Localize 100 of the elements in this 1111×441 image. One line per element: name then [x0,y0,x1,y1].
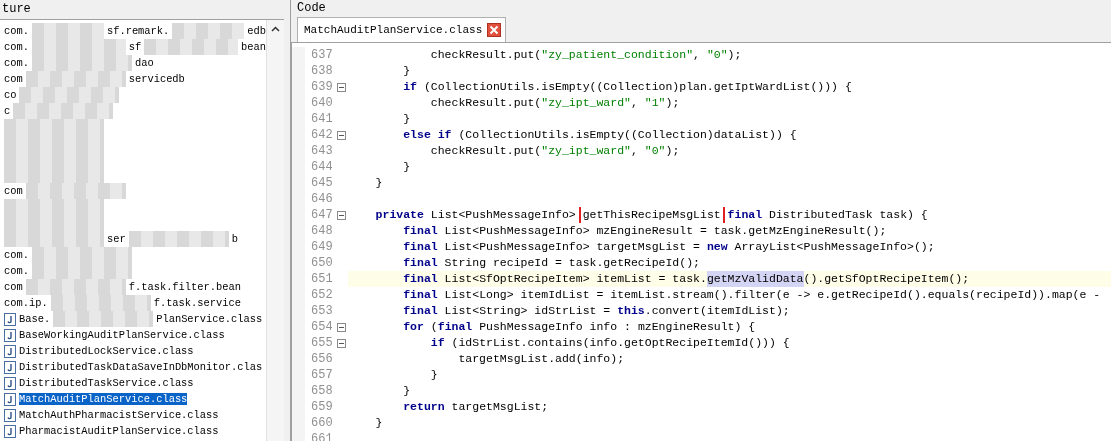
code-text: } [374,175,383,191]
tree-label: b [231,233,238,245]
code-text: , [693,47,701,63]
java-file-icon [4,344,16,358]
code-text: ( [429,319,438,335]
line-number: 652 [311,288,334,302]
tree-label: com [4,281,23,293]
line-number: 656 [311,352,334,366]
highlighted-method-name: getMzValidData [706,271,804,287]
tree-label: dao [134,57,154,69]
tree-label: com [4,185,23,197]
line-number: 650 [311,256,334,270]
java-file-icon [4,360,16,374]
collapse-icon[interactable] [337,82,346,92]
code-text: List<PushMessageInfo> [429,207,577,223]
code-text: , [630,95,639,111]
code-keyword: final [402,239,438,255]
tree-label: com.ip. [4,297,48,309]
code-keyword: this [617,303,645,319]
line-number: 660 [311,416,334,430]
code-keyword: for [402,319,424,335]
java-file-icon [4,376,16,390]
tree-label: com. [4,57,29,69]
code-text: checkResult.put( [429,47,542,63]
close-icon[interactable] [487,23,502,37]
code-keyword: private [374,207,424,223]
line-number: 637 [311,48,334,62]
tree-label: f.task.filter.bean [128,281,241,293]
line-number: 654 [311,320,334,334]
code-keyword: else if [402,127,452,143]
line-number: 655 [311,336,334,350]
tree-label: com. [4,249,29,261]
java-file-icon [4,408,16,422]
line-number: 638 [311,64,334,78]
string-literal: "1" [644,95,666,111]
code-text: targetMsgList; [450,399,549,415]
code-keyword: return [402,399,445,415]
code-text: targetMsgList.add(info); [457,351,625,367]
code-text: String recipeId = task.getRecipeId(); [443,255,700,271]
collapse-icon[interactable] [337,130,346,140]
line-number: 641 [311,112,334,126]
line-number: 651 [311,272,334,286]
line-number: 643 [311,144,334,158]
line-number: 645 [311,176,334,190]
code-text: } [402,63,411,79]
code-keyword: if [429,335,445,351]
code-text: DistributedTask task) { [768,207,928,223]
java-file-icon [4,312,16,326]
tree-label: PlanService.class [156,313,263,325]
code-text: List<Long> itemIdList = itemList.stream().filter(e -> e.getRecipeId().equals(recipeId)).map(e - [443,287,1101,303]
tree-label: com [4,73,23,85]
tree-label: ser [107,233,126,245]
code-text: } [402,383,411,399]
line-number: 649 [311,240,334,254]
java-file-icon [4,328,16,342]
tree-label: BaseWorkingAuditPlanService.class [19,329,225,341]
line-number: 647 [311,208,334,222]
code-text: (idStrList.contains(info.getOptRecipeItemId())) { [450,335,790,351]
line-number: 646 [311,192,334,206]
tree-label: PharmacistAuditPlanService.class [19,425,219,437]
collapse-icon[interactable] [337,322,346,332]
code-text: .convert(itemIdList); [644,303,790,319]
code-keyword: new [706,239,728,255]
collapse-icon[interactable] [337,210,346,220]
scrollbar[interactable] [266,20,284,441]
string-literal: "0" [644,143,666,159]
tree-label: DistributedTaskDataSaveInDbMonitor.clas [19,361,263,373]
tree-label: sf.remark. [106,25,170,37]
line-number: 648 [311,224,334,238]
collapse-icon[interactable] [337,338,346,348]
line-number: 640 [311,96,334,110]
code-text: } [402,111,411,127]
tree-label: com. [4,265,29,277]
string-literal: "0" [706,47,728,63]
code-text: ); [727,47,742,63]
tree-label: com. [4,41,29,53]
tree-label: bean [241,41,266,53]
line-number: 659 [311,400,334,414]
tree-label: servicedb [128,73,185,85]
string-literal: "zy_ipt_ward" [541,143,631,159]
code-text: List<String> idStrList = [443,303,612,319]
tree-label: DistributedLockService.class [19,345,194,357]
code-text: } [374,415,383,431]
panel-title: ture [1,1,32,18]
code-text: List<SfOptRecipeItem> itemList = task. [443,271,707,287]
line-number: 644 [311,160,334,174]
code-text: checkResult.put( [429,95,542,111]
line-number: 657 [311,368,334,382]
java-file-icon [4,392,16,406]
line-number: 653 [311,304,334,318]
code-text: , [630,143,639,159]
code-text: ().getSfOptRecipeItem(); [803,271,970,287]
code-text: List<PushMessageInfo> targetMsgList = [443,239,701,255]
line-number: 642 [311,128,334,142]
file-tab[interactable]: MatchAuditPlanService.class [297,17,507,42]
panel-title: Code [296,0,327,16]
code-text: ArrayList<PushMessageInfo>(); [733,239,935,255]
code-text: (CollectionUtils.isEmpty((Collection)plan.getIptWardList())) { [422,79,852,95]
line-number: 658 [311,384,334,398]
code-text: PushMessageInfo info : mzEngineResult) { [478,319,756,335]
